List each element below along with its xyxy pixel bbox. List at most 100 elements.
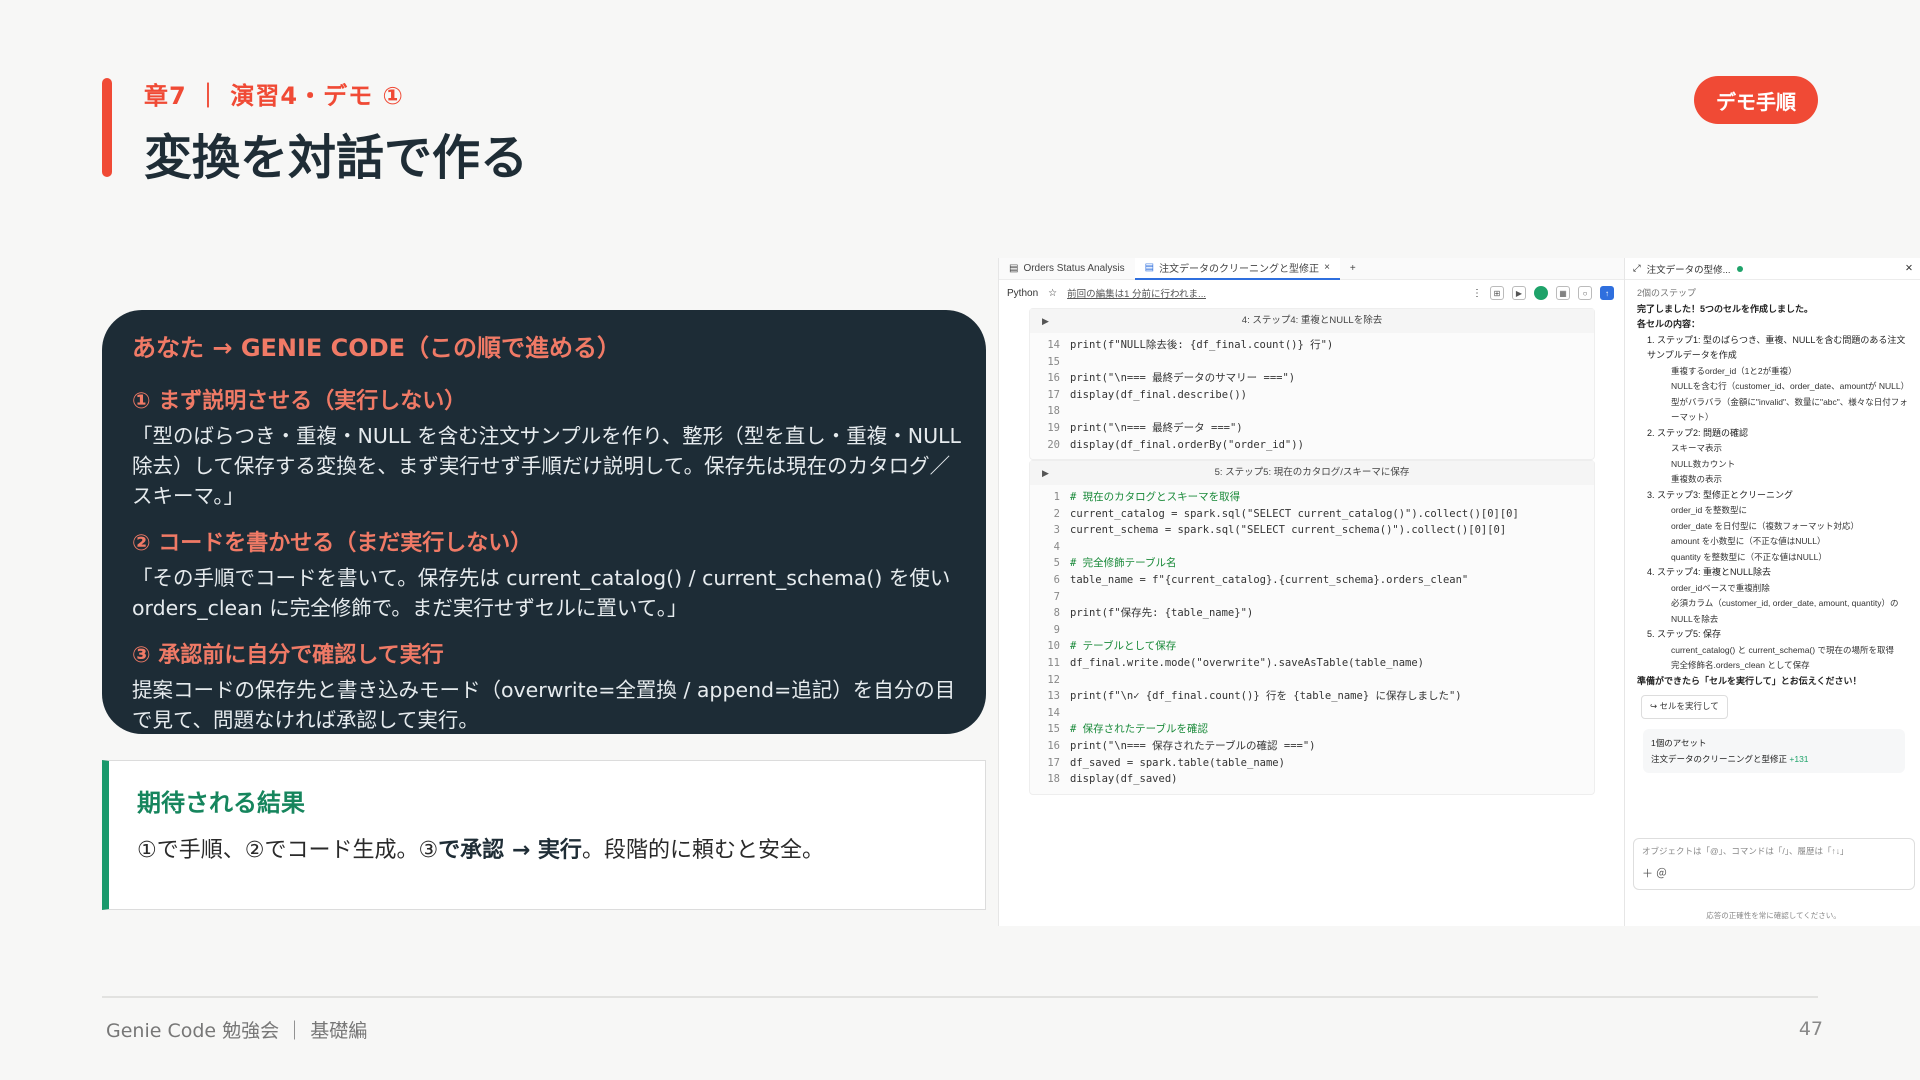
code-line: 9	[1030, 622, 1594, 639]
line-number: 12	[1047, 673, 1060, 686]
expected-result-title: 期待される結果	[137, 789, 305, 817]
assistant-messages: 2個のステップ 完了しました！5つのセルを作成しました。 各セルの内容： 1. …	[1625, 280, 1920, 773]
instruction-heading: あなた → GENIE CODE（この順で進める）	[132, 334, 622, 362]
tab-cleaning[interactable]: ▤ 注文データのクリーニングと型修正 ×	[1134, 258, 1340, 280]
code-text: print(f"\n✓ {df_final.count()} 行を {table…	[1070, 690, 1462, 703]
line-number: 5	[1053, 557, 1060, 570]
demo-badge: デモ手順	[1694, 76, 1818, 124]
close-icon[interactable]: ×	[1324, 262, 1330, 273]
line-number: 19	[1047, 421, 1060, 434]
line-number: 1	[1053, 491, 1060, 503]
share-icon[interactable]: ↑	[1600, 286, 1614, 300]
assets-label[interactable]: 1個のアセット	[1651, 735, 1897, 751]
cell-title: 5: ステップ5: 現在のカタログ/スキーマに保存	[1214, 467, 1410, 478]
run-cells-button[interactable]: ↪ セルを実行して	[1641, 695, 1728, 719]
tab-orders-status[interactable]: ▤ Orders Status Analysis	[999, 258, 1135, 280]
step-detail: order_date を日付型に（複数フォーマット対応）	[1671, 520, 1859, 531]
assistant-header: ⤢ 注文データの型修... ✕	[1625, 258, 1920, 280]
step-detail: スキーマ表示	[1671, 443, 1723, 453]
code-text: # 現在のカタログとスキーマを取得	[1070, 491, 1241, 503]
cell-code[interactable]: 14 print(f"NULL除去後: {df_final.count()} 行"…	[1030, 333, 1594, 459]
chapter-label: 章7 ｜ 演習4・デモ ①	[144, 82, 404, 110]
code-cell-5[interactable]: ▶ 5: ステップ5: 現在のカタログ/スキーマに保存 1 # 現在のカタログとスキ…	[1029, 460, 1595, 795]
step-1-heading: ① まず説明させる（実行しない）	[132, 389, 467, 414]
line-number: 16	[1047, 372, 1060, 385]
code-line: 10 # テーブルとして保存	[1030, 638, 1594, 655]
code-text: current_schema = spark.sql("SELECT curre…	[1070, 524, 1507, 537]
step-summary: 3. ステップ3: 型修正とクリーニング	[1647, 489, 1794, 500]
line-number: 11	[1047, 656, 1060, 669]
language-select[interactable]: Python	[1007, 288, 1038, 299]
assistant-panel: ⤢ 注文データの型修... ✕ 2個のステップ 完了しました！5つのセルを作成し…	[1624, 258, 1920, 926]
code-line: 2 current_catalog = spark.sql("SELECT cur…	[1030, 506, 1594, 523]
close-icon[interactable]: ✕	[1905, 263, 1920, 274]
run-cell-icon[interactable]: ▶	[1042, 309, 1049, 333]
code-line: 8 print(f"保存先: {table_name}")	[1030, 605, 1594, 622]
expected-result-card: 期待される結果 ①で手順、②でコード生成。③で承認 → 実行。段階的に頼むと安全…	[102, 760, 986, 910]
cell-code[interactable]: 1 # 現在のカタログとスキーマを取得 2 current_catalog = spa…	[1030, 485, 1594, 794]
asset-item[interactable]: 注文データのクリーニングと型修正 +131	[1651, 751, 1897, 767]
code-text: print("\n=== 最終データ ===")	[1070, 421, 1243, 434]
line-number: 9	[1053, 623, 1060, 636]
line-number: 13	[1047, 690, 1060, 703]
code-line: 1 # 現在のカタログとスキーマを取得	[1030, 489, 1594, 506]
code-text: # テーブルとして保存	[1070, 640, 1177, 653]
code-line: 14 print(f"NULL除去後: {df_final.count()} 行"…	[1030, 337, 1594, 354]
last-edited-link[interactable]: 前回の編集は1 分前に行われま...	[1067, 286, 1206, 300]
line-number: 6	[1053, 573, 1060, 586]
cluster-status-icon[interactable]	[1534, 286, 1548, 300]
layout-icon[interactable]: ⊞	[1490, 286, 1504, 300]
run-icon[interactable]: ▶	[1512, 286, 1526, 300]
code-line: 11 df_final.write.mode("overwrite").saveA…	[1030, 655, 1594, 672]
code-text: df_final.write.mode("overwrite").saveAsT…	[1070, 656, 1425, 669]
star-icon[interactable]: ☆	[1048, 288, 1057, 299]
done-message: 完了しました！5つのセルを作成しました。	[1637, 303, 1814, 314]
input-placeholder: オブジェクトは「@」、コマンドは「/」、履歴は「↑↓」	[1642, 846, 1849, 856]
asset-delta: +131	[1789, 753, 1809, 764]
assistant-input[interactable]: オブジェクトは「@」、コマンドは「/」、履歴は「↑↓」 ＋ ＠	[1633, 838, 1915, 890]
line-number: 17	[1047, 756, 1060, 769]
step-3-body: 提案コードの保存先と書き込みモード（overwrite=全置換 / append…	[132, 678, 956, 732]
line-number: 14	[1047, 339, 1060, 351]
step-detail: NULL数カウント	[1671, 458, 1736, 469]
code-text: display(df_final.describe())	[1070, 388, 1248, 401]
more-icon[interactable]: ⋮	[1472, 288, 1482, 299]
schedule-icon[interactable]: ▦	[1556, 286, 1570, 300]
step-detail: 必須カラム（customer_id, order_date, amount, q…	[1671, 598, 1899, 624]
comment-icon[interactable]: ○	[1578, 286, 1592, 300]
line-number: 17	[1047, 388, 1060, 401]
notebook-icon: ▤	[1009, 263, 1019, 274]
code-line: 13 print(f"\n✓ {df_final.count()} 行を {tab…	[1030, 688, 1594, 705]
code-text: print(f"NULL除去後: {df_final.count()} 行")	[1070, 339, 1334, 351]
step-list: 1. ステップ1: 型のばらつき、重複、NULLを含む問題のある注文サンプルデー…	[1637, 333, 1911, 674]
toolbar-actions: ⋮ ⊞ ▶ ▦ ○ ↑	[1472, 286, 1624, 300]
step-detail: 完全修飾名.orders_clean として保存	[1671, 660, 1810, 670]
code-cell-4[interactable]: ▶ 4: ステップ4: 重複とNULLを除去 14 print(f"NULL除去後:…	[1029, 308, 1595, 461]
result-text-1: ①で手順、②でコード生成。③	[137, 838, 439, 863]
run-cell-icon[interactable]: ▶	[1042, 461, 1049, 485]
code-line: 12	[1030, 672, 1594, 689]
code-line: 19 print("\n=== 最終データ ===")	[1030, 420, 1594, 437]
step-3-heading: ③ 承認前に自分で確認して実行	[132, 643, 444, 668]
code-line: 17 display(df_final.describe())	[1030, 387, 1594, 404]
code-line: 4	[1030, 539, 1594, 556]
step-detail: 重複するorder_id（1と2が重複）	[1671, 365, 1797, 376]
footer-text: Genie Code 勉強会 ｜ 基礎編	[106, 1020, 368, 1042]
expand-icon[interactable]: ⤢	[1633, 263, 1641, 274]
notebook-screenshot: ▤ Orders Status Analysis ▤ 注文データのクリーニングと型修…	[998, 258, 1920, 926]
code-text: table_name = f"{current_catalog}.{curren…	[1070, 573, 1469, 586]
code-line: 16 print("\n=== 保存されたテーブルの確認 ===")	[1030, 738, 1594, 755]
assistant-title: 注文データの型修...	[1646, 264, 1731, 276]
step-detail: 重複数の表示	[1671, 474, 1723, 484]
step-detail: current_catalog() と current_schema() で現在…	[1671, 644, 1894, 655]
page-title: 変換を対話で作る	[144, 130, 529, 186]
line-number: 10	[1047, 640, 1060, 653]
add-tab-button[interactable]: +	[1340, 258, 1366, 280]
line-number: 20	[1047, 438, 1060, 451]
steps-count[interactable]: 2個のステップ	[1637, 286, 1911, 302]
result-text-2: 。段階的に頼むと安全。	[581, 838, 824, 863]
line-number: 2	[1053, 507, 1060, 520]
instruction-card: あなた → GENIE CODE（この順で進める） ① まず説明させる（実行しな…	[102, 310, 986, 734]
result-text-bold: で承認 → 実行	[438, 838, 582, 863]
line-number: 16	[1047, 739, 1060, 752]
